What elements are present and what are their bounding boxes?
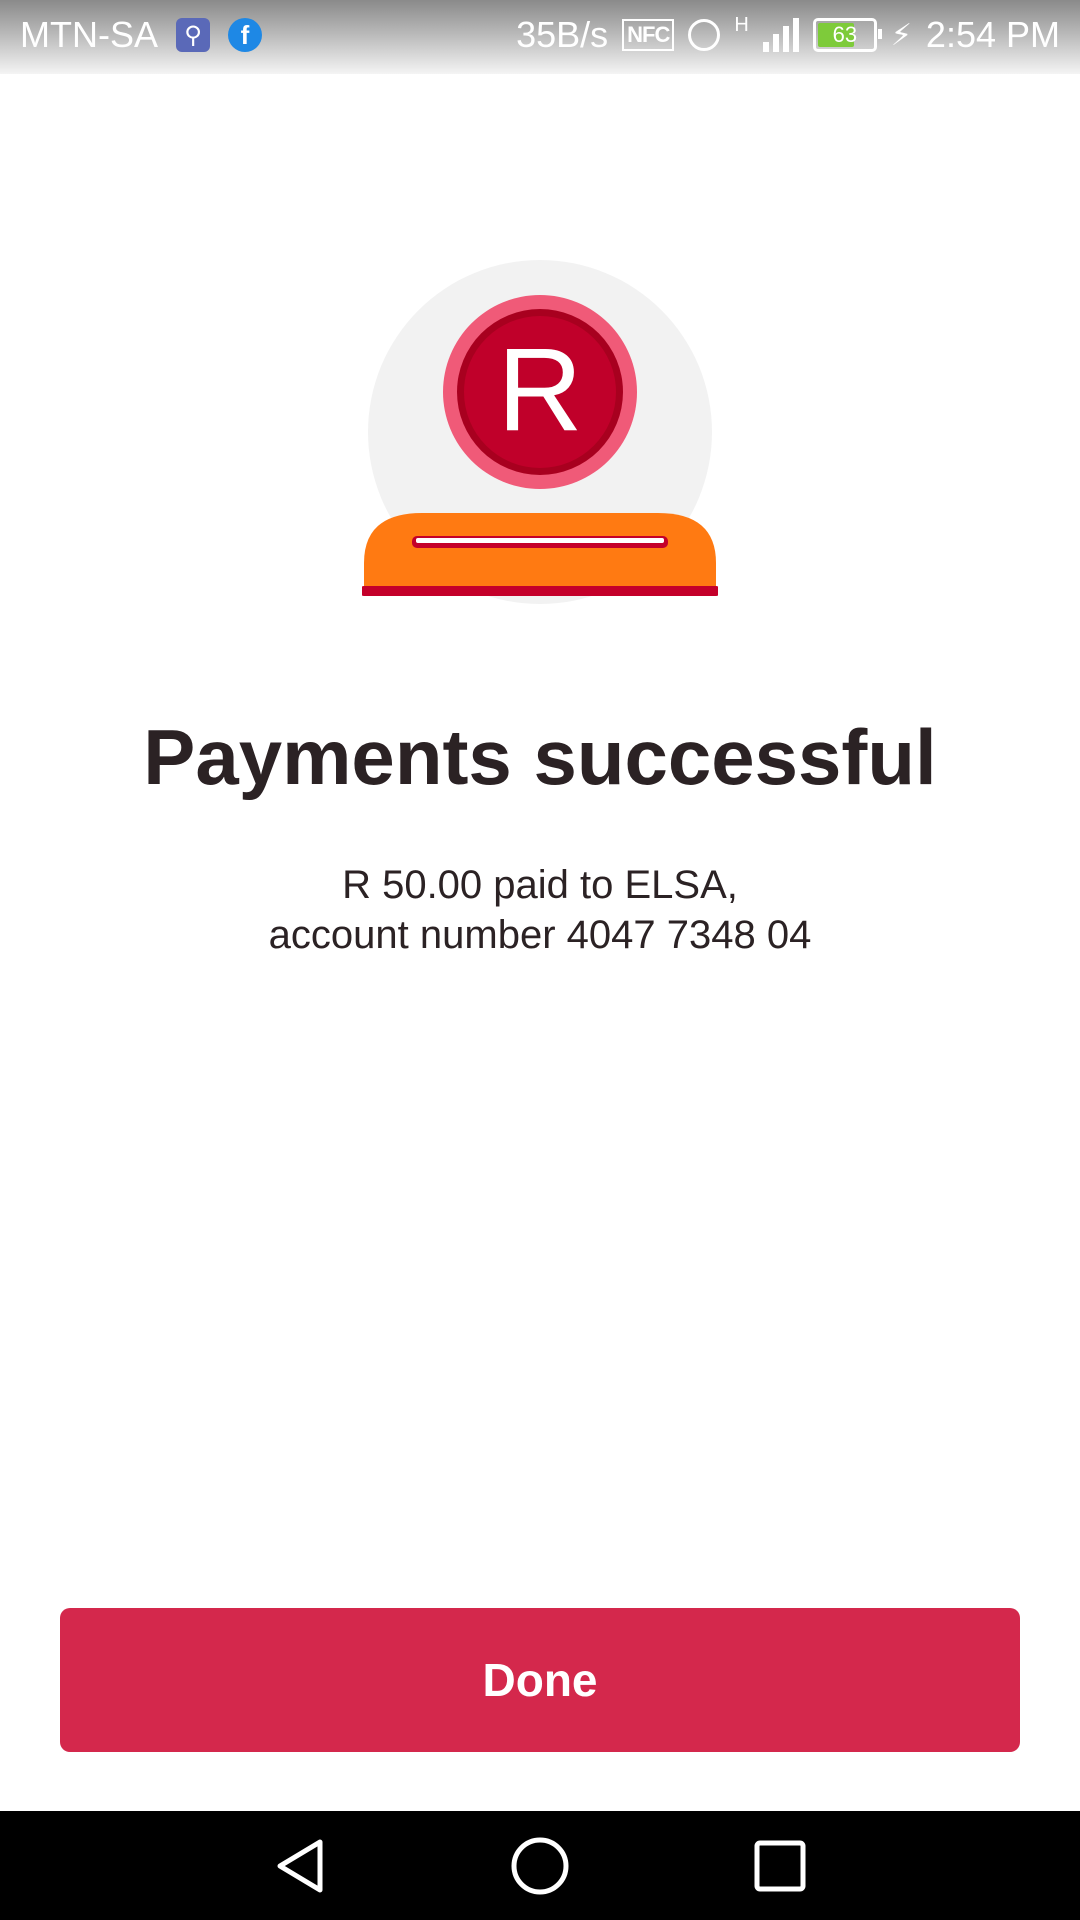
tray-base-strip (362, 586, 718, 596)
back-triangle-icon (277, 1839, 323, 1893)
account-number-line: account number 4047 7348 04 (268, 913, 812, 957)
done-button[interactable]: Done (60, 1608, 1020, 1752)
page-title: Payments successful (143, 713, 937, 801)
battery-icon: 63 (812, 18, 882, 52)
charging-icon: ⚡ (890, 18, 912, 52)
home-circle-icon (511, 1837, 569, 1895)
coin-slot-tray (364, 513, 716, 593)
payment-amount-line: R 50.00 paid to ELSA, (342, 863, 738, 907)
usb-icon: ⚲ (176, 18, 210, 52)
recents-square-icon (754, 1840, 806, 1892)
signal-icon (762, 18, 799, 52)
battery-level: 63 (832, 22, 858, 47)
carrier-name: MTN-SA (20, 14, 158, 55)
recents-button[interactable] (745, 1831, 815, 1901)
home-button[interactable] (505, 1831, 575, 1901)
payment-success-screen: MTN-SA ⚲ f 35B/s NFC H 63 ⚡ 2:54 PM R Pa… (0, 0, 1080, 1920)
back-button[interactable] (265, 1831, 335, 1901)
status-bar: MTN-SA ⚲ f 35B/s NFC H 63 ⚡ 2:54 PM (0, 0, 1080, 74)
status-right: 35B/s NFC H 63 ⚡ 2:54 PM (516, 14, 1060, 56)
network-type-label: H (734, 14, 749, 36)
payment-message: R 50.00 paid to ELSA, account number 404… (0, 860, 1080, 960)
nfc-icon: NFC (622, 19, 675, 51)
clock: 2:54 PM (925, 14, 1060, 55)
navigation-bar (0, 1811, 1080, 1920)
facebook-icon: f (228, 18, 262, 52)
payment-coin-illustration: R (362, 260, 718, 604)
coin-slot-highlight (416, 538, 664, 543)
net-speed: 35B/s (516, 14, 609, 55)
rand-currency-icon: R (497, 324, 582, 456)
alarm-icon (688, 19, 721, 51)
status-left: MTN-SA ⚲ f (20, 14, 262, 56)
